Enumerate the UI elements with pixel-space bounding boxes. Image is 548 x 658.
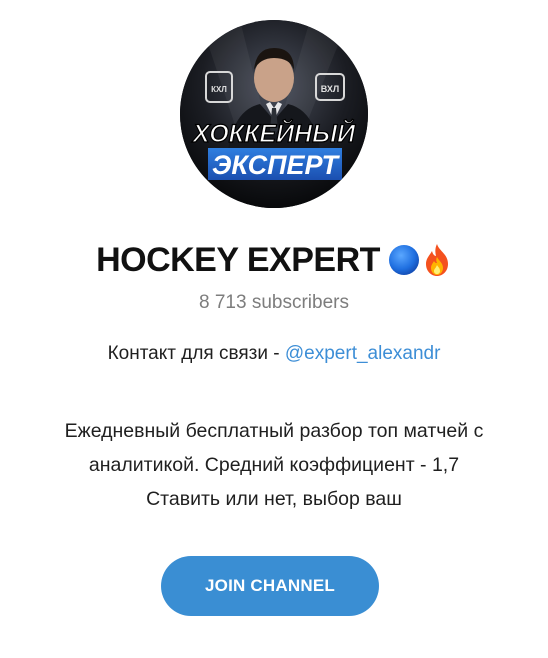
- description-line: Ставить или нет, выбор ваш: [146, 488, 402, 510]
- channel-avatar: КХЛ ВХЛ ХОККЕЙНЫЙ ЭКСПЕРТ: [180, 20, 368, 208]
- contact-line: Контакт для связи - @expert_alexandr: [0, 343, 548, 365]
- svg-text:КХЛ: КХЛ: [211, 85, 227, 94]
- avatar-text-line-1: ХОККЕЙНЫЙ: [191, 118, 356, 148]
- channel-title: HOCKEY EXPERT: [96, 240, 380, 279]
- join-channel-button[interactable]: JOIN CHANNEL: [161, 556, 379, 616]
- description-line: аналитикой. Средний коэффициент - 1,7: [88, 454, 460, 476]
- description-line: Ежедневный бесплатный разбор топ матчей …: [64, 420, 484, 442]
- blue-circle-icon: [388, 245, 419, 275]
- channel-card: КХЛ ВХЛ ХОККЕЙНЫЙ ЭКСПЕРТ HOCKEY EXPERT: [0, 0, 548, 658]
- title-emojis: [388, 243, 452, 277]
- channel-description: Ежедневный бесплатный разбор топ матчей …: [0, 414, 548, 516]
- contact-label: Контакт для связи -: [107, 343, 285, 364]
- fire-icon: [425, 244, 448, 276]
- svg-text:ВХЛ: ВХЛ: [321, 84, 339, 94]
- contact-link[interactable]: @expert_alexandr: [285, 343, 441, 364]
- subscriber-count: 8 713 subscribers: [199, 292, 349, 313]
- channel-title-row: HOCKEY EXPERT: [0, 236, 548, 284]
- avatar-text-line-2: ЭКСПЕРТ: [212, 150, 341, 180]
